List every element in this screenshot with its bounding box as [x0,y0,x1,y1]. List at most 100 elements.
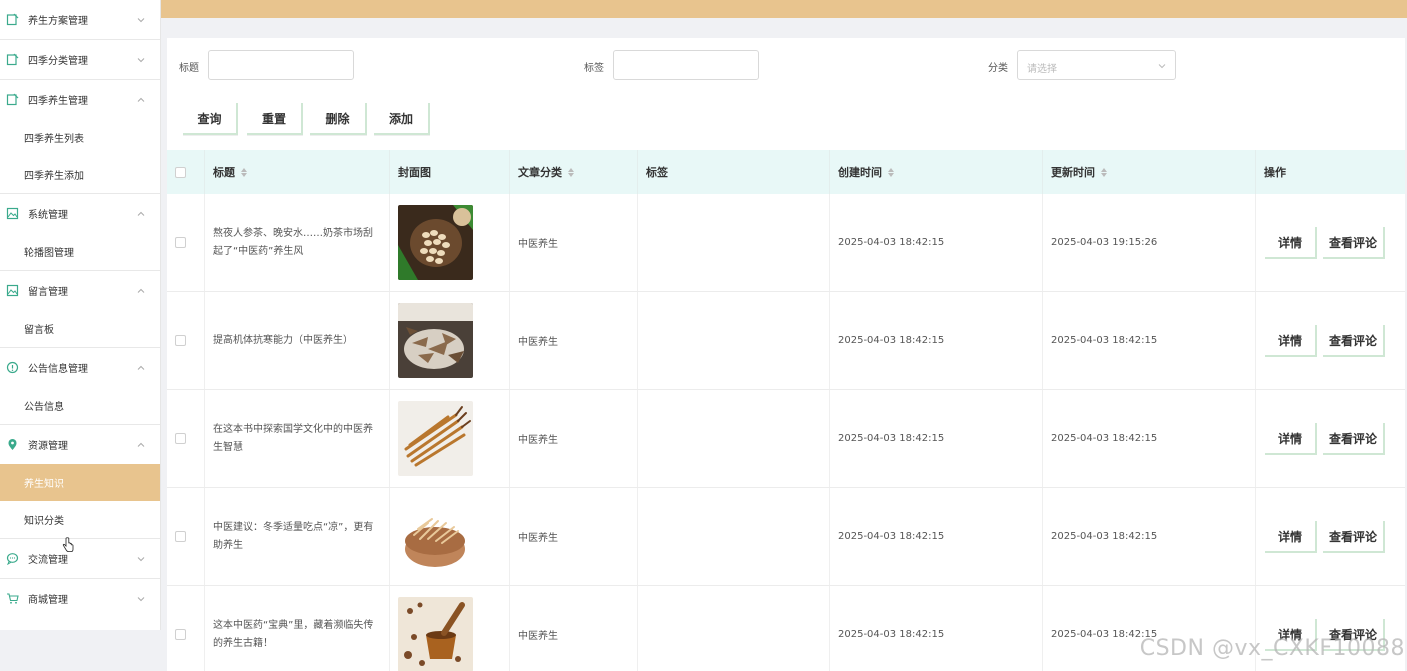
cover-image-herb-bowl[interactable] [398,499,473,574]
row-select-cell [167,390,205,487]
row-select-cell [167,488,205,585]
column-header-created[interactable]: 创建时间 [830,150,1043,194]
row-title: 在这本书中探索国学文化中的中医养生智慧 [205,390,390,487]
column-header-updated[interactable]: 更新时间 [1043,150,1256,194]
menu-head-label: 留言管理 [28,287,68,298]
add-button[interactable]: 添加 [374,103,430,135]
sidebar-item-wellness-knowledge[interactable]: 养生知识 [0,464,160,501]
view-comments-button[interactable]: 查看评论 [1323,423,1385,455]
row-updated: 2025-04-03 18:42:15 [1043,292,1256,389]
row-checkbox[interactable] [175,237,186,248]
chevron-up-icon [137,211,145,216]
row-category: 中医养生 [510,292,638,389]
cover-image-peanuts[interactable] [398,205,473,280]
row-actions: 详情 查看评论 [1256,488,1405,585]
chevron-up-icon [137,442,145,447]
menu-group-exchange: 交流管理 [0,539,160,579]
tag-filter-input[interactable] [613,50,759,80]
row-title: 熬夜人参茶、晚安水……奶茶市场刮起了“中医药”养生风 [205,194,390,291]
search-button[interactable]: 查询 [183,103,238,135]
category-filter-label: 分类 [988,63,1008,74]
cover-image-cordyceps[interactable] [398,401,473,476]
category-filter-select[interactable]: 请选择 [1017,50,1176,80]
column-header-tags: 标签 [638,150,830,194]
menu-head-label: 养生方案管理 [28,16,88,27]
view-comments-button[interactable]: 查看评论 [1323,227,1385,259]
menu-head-messages[interactable]: 留言管理 [0,271,160,310]
row-updated: 2025-04-03 18:42:15 [1043,390,1256,487]
detail-button[interactable]: 详情 [1265,423,1317,455]
menu-head-label: 公告信息管理 [28,364,88,375]
row-created: 2025-04-03 18:42:15 [830,390,1043,487]
sidebar-item-knowledge-category[interactable]: 知识分类 [0,501,160,538]
menu-head-resources[interactable]: 资源管理 [0,425,160,464]
row-title: 这本中医药“宝典”里，藏着濒临失传的养生古籍！ [205,586,390,671]
row-updated: 2025-04-03 18:42:15 [1043,488,1256,585]
chevron-down-icon [137,17,145,22]
chat-icon [5,552,19,566]
cover-image-dried-herbs[interactable] [398,303,473,378]
image-icon [5,284,19,298]
title-filter-input[interactable] [208,50,354,80]
column-header-title[interactable]: 标题 [205,150,390,194]
row-checkbox[interactable] [175,629,186,640]
table-row: 熬夜人参茶、晚安水……奶茶市场刮起了“中医药”养生风 中医养生 2025-04-… [167,194,1405,292]
row-checkbox[interactable] [175,335,186,346]
row-cover-cell [390,194,510,291]
menu-head-label: 四季养生管理 [28,96,88,107]
menu-head-system[interactable]: 系统管理 [0,194,160,233]
menu-head-shop[interactable]: 商城管理 [0,579,160,618]
column-header-label: 标题 [213,166,235,179]
title-filter-label: 标题 [179,63,199,74]
sort-icon [888,167,894,177]
menu-head-announcements[interactable]: 公告信息管理 [0,348,160,387]
table-row: 中医建议：冬季适量吃点“凉”，更有助养生 中医养生 2025-04-03 18:… [167,488,1405,586]
menu-head-wellness-plan[interactable]: 养生方案管理 [0,0,160,39]
reset-button[interactable]: 重置 [247,103,303,135]
sidebar-item-season-list[interactable]: 四季养生列表 [0,119,160,156]
chevron-down-icon [137,57,145,62]
edit-doc-icon [5,53,19,67]
menu-head-label: 资源管理 [28,441,68,452]
column-header-category[interactable]: 文章分类 [510,150,638,194]
row-tags [638,194,830,291]
delete-button[interactable]: 删除 [310,103,367,135]
menu-head-exchange[interactable]: 交流管理 [0,539,160,578]
row-title: 中医建议：冬季适量吃点“凉”，更有助养生 [205,488,390,585]
chevron-down-icon [137,596,145,601]
row-checkbox[interactable] [175,531,186,542]
menu-group-messages: 留言管理 留言板 [0,271,160,348]
row-cover-cell [390,292,510,389]
row-created: 2025-04-03 18:42:15 [830,586,1043,671]
sidebar-item-carousel[interactable]: 轮播图管理 [0,233,160,270]
chevron-down-icon [137,556,145,561]
menu-group-system: 系统管理 轮播图管理 [0,194,160,271]
view-comments-button[interactable]: 查看评论 [1323,521,1385,553]
detail-button[interactable]: 详情 [1265,325,1317,357]
detail-button[interactable]: 详情 [1265,521,1317,553]
info-icon [5,361,19,375]
view-comments-button[interactable]: 查看评论 [1323,325,1385,357]
sort-icon [568,167,574,177]
row-category: 中医养生 [510,488,638,585]
column-header-label: 操作 [1264,166,1286,179]
row-checkbox[interactable] [175,433,186,444]
cover-image-mortar[interactable] [398,597,473,671]
sidebar-item-season-add[interactable]: 四季养生添加 [0,156,160,193]
menu-head-label: 四季分类管理 [28,56,88,67]
menu-group-season-wellness: 四季养生管理 四季养生列表 四季养生添加 [0,80,160,194]
sort-icon [1101,167,1107,177]
menu-group-season-category: 四季分类管理 [0,40,160,80]
menu-head-season-wellness[interactable]: 四季养生管理 [0,80,160,119]
detail-button[interactable]: 详情 [1265,227,1317,259]
sidebar-item-announcement[interactable]: 公告信息 [0,387,160,424]
column-header-actions: 操作 [1256,150,1405,194]
menu-head-season-category[interactable]: 四季分类管理 [0,40,160,79]
sidebar-item-message-board[interactable]: 留言板 [0,310,160,347]
row-category: 中医养生 [510,390,638,487]
edit-doc-icon [5,13,19,27]
row-tags [638,292,830,389]
select-all-checkbox[interactable] [175,166,186,178]
row-actions: 详情 查看评论 [1256,390,1405,487]
image-icon [5,207,19,221]
